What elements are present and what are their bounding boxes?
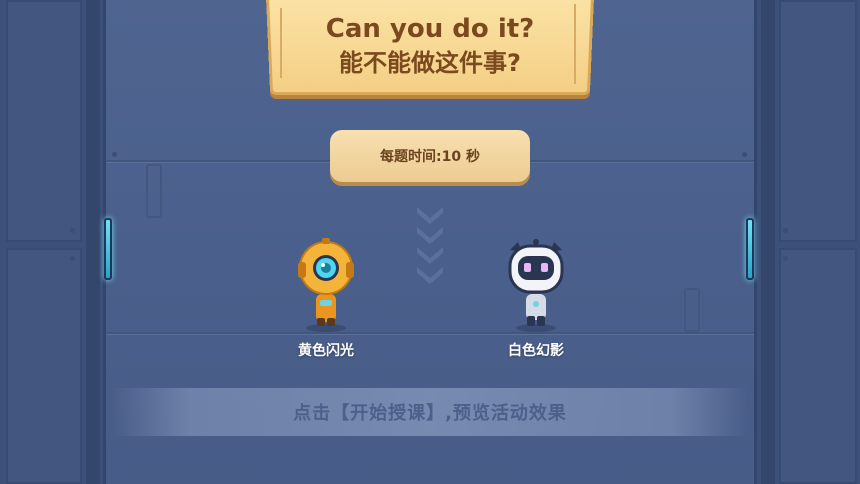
right-door: [754, 0, 860, 484]
wall-seam: [106, 332, 754, 334]
game-stage: Can you do it? 能不能做这件事? 每题时间:10 秒 黄色闪光 白…: [0, 0, 860, 484]
rivet: [112, 152, 117, 157]
hint-text: 点击【开始授课】,预览活动效果: [293, 403, 567, 424]
white-robot-character[interactable]: [496, 234, 576, 334]
timer-label: 每题时间:10 秒: [380, 149, 480, 165]
white-robot-icon: [508, 239, 564, 332]
yellow-robot-character[interactable]: [286, 234, 366, 334]
right-door-light: [746, 218, 754, 280]
character-name: 黄色闪光: [298, 343, 354, 359]
wall-vent: [684, 288, 700, 332]
hint-banner: 点击【开始授课】,预览活动效果: [112, 388, 748, 436]
left-door: [0, 0, 106, 484]
wall-vent: [146, 164, 162, 218]
title-text: Can you do it? 能不能做这件事?: [268, 12, 592, 80]
left-door-light: [104, 218, 112, 280]
title-line-chinese: 能不能做这件事?: [339, 49, 521, 77]
title-line-english: Can you do it?: [325, 14, 535, 44]
timer-badge: 每题时间:10 秒: [330, 130, 530, 182]
character-name: 白色幻影: [508, 343, 564, 359]
rivet: [742, 152, 747, 157]
yellow-robot-icon: [298, 238, 354, 332]
chevron-down-icon: [414, 204, 446, 296]
